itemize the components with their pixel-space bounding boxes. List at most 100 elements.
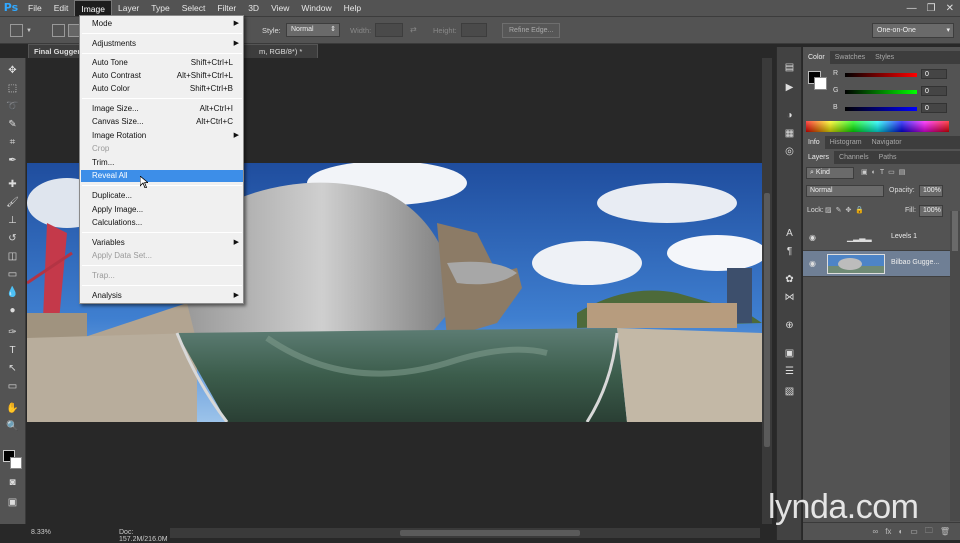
- tab-color[interactable]: Color: [803, 51, 830, 64]
- blue-slider-bar[interactable]: [845, 107, 917, 111]
- red-slider-bar[interactable]: [845, 73, 917, 77]
- delete-layer-icon[interactable]: 🗑: [940, 527, 950, 536]
- tab-paths[interactable]: Paths: [874, 151, 902, 164]
- menu-item-mode[interactable]: Mode ▶: [81, 18, 243, 30]
- menu-item-auto-color[interactable]: Auto Color Shift+Ctrl+B: [81, 83, 243, 95]
- menu-item-trim[interactable]: Trim...: [81, 157, 243, 169]
- menu-edit[interactable]: Edit: [48, 0, 75, 16]
- menu-item-variables[interactable]: Variables ▶: [81, 237, 243, 249]
- new-group-icon[interactable]: ▭: [910, 527, 918, 536]
- pen-tool-icon[interactable]: ✑: [5, 326, 20, 339]
- tool-preset-picker[interactable]: ▼: [10, 23, 38, 38]
- layers-scrollbar[interactable]: [950, 211, 960, 521]
- path-selection-tool-icon[interactable]: ↖: [5, 362, 20, 375]
- move-tool-icon[interactable]: ✥: [5, 64, 20, 77]
- quick-mask-icon[interactable]: ◙: [5, 476, 20, 489]
- lasso-tool-icon[interactable]: ➰: [5, 100, 20, 113]
- masks-panel-icon[interactable]: ◎: [783, 145, 796, 158]
- menu-item-adjustments[interactable]: Adjustments ▶: [81, 38, 243, 50]
- swap-icon[interactable]: ⇄: [410, 25, 417, 34]
- color-swatches[interactable]: [3, 450, 23, 470]
- actions-panel-icon[interactable]: ▶: [783, 81, 796, 94]
- tab-swatches[interactable]: Swatches: [830, 51, 870, 64]
- menu-view[interactable]: View: [265, 0, 295, 16]
- workspace-select[interactable]: One-on-One ▾: [872, 23, 954, 38]
- quick-selection-tool-icon[interactable]: ✎: [5, 118, 20, 131]
- refine-edge-button[interactable]: Refine Edge...: [502, 23, 561, 38]
- lock-icons[interactable]: ▨✎✥🔒: [825, 205, 868, 217]
- menu-item-image-rotation[interactable]: Image Rotation ▶: [81, 130, 243, 142]
- clone-stamp-tool-icon[interactable]: ⊥: [5, 214, 20, 227]
- green-slider[interactable]: G 0: [833, 86, 960, 97]
- menu-help[interactable]: Help: [338, 0, 367, 16]
- tab-info[interactable]: Info: [803, 136, 825, 149]
- menu-item-auto-contrast[interactable]: Auto Contrast Alt+Shift+Ctrl+L: [81, 70, 243, 82]
- color-spectrum[interactable]: [806, 121, 949, 132]
- layer-row[interactable]: ◉ ▁▂▃▂ Levels 1: [803, 225, 950, 251]
- healing-brush-tool-icon[interactable]: ✚: [5, 178, 20, 191]
- layers-scroll-thumb[interactable]: [952, 211, 958, 251]
- background-color[interactable]: [10, 457, 22, 469]
- horizontal-scrollbar[interactable]: [170, 528, 760, 538]
- blue-slider[interactable]: B 0: [833, 103, 960, 114]
- menu-type[interactable]: Type: [145, 0, 175, 16]
- menu-layer[interactable]: Layer: [112, 0, 145, 16]
- tab-layers[interactable]: Layers: [803, 151, 835, 164]
- brush-presets-icon[interactable]: ✿: [783, 273, 796, 286]
- green-slider-bar[interactable]: [845, 90, 917, 94]
- clone-source-icon[interactable]: ⊕: [783, 319, 796, 332]
- eyedropper-tool-icon[interactable]: ✒: [5, 154, 20, 167]
- menu-3d[interactable]: 3D: [242, 0, 265, 16]
- menu-item-canvas-size[interactable]: Canvas Size... Alt+Ctrl+C: [81, 116, 243, 128]
- 3d-panel-icon[interactable]: [783, 393, 796, 406]
- fill-input[interactable]: 100%: [919, 205, 943, 217]
- height-input[interactable]: [461, 23, 487, 37]
- rectangle-tool-icon[interactable]: ▭: [5, 380, 20, 393]
- width-input[interactable]: [375, 23, 403, 37]
- layer-filter-select[interactable]: ⌕ Kind: [806, 167, 854, 179]
- visibility-eye-icon[interactable]: ◉: [809, 259, 816, 268]
- menu-item-image-size[interactable]: Image Size... Alt+Ctrl+I: [81, 103, 243, 115]
- type-tool-icon[interactable]: T: [5, 344, 20, 357]
- notes-panel-icon[interactable]: ▣: [783, 347, 796, 360]
- close-button[interactable]: ✕: [946, 3, 954, 14]
- adjustment-layer-icon[interactable]: ◐: [898, 527, 903, 536]
- vertical-scroll-thumb[interactable]: [764, 193, 770, 447]
- horizontal-scroll-thumb[interactable]: [400, 530, 580, 536]
- layer-style-icon[interactable]: fx: [885, 527, 891, 536]
- layer-filter-icons[interactable]: ▣◐T▭▤: [861, 167, 909, 179]
- menu-file[interactable]: File: [22, 0, 48, 16]
- tab-channels[interactable]: Channels: [834, 151, 874, 164]
- eraser-tool-icon[interactable]: ◫: [5, 250, 20, 263]
- menu-item-reveal-all[interactable]: Reveal All: [81, 170, 243, 182]
- menu-item-apply-image[interactable]: Apply Image...: [81, 204, 243, 216]
- zoom-level[interactable]: 8.33%: [31, 529, 51, 536]
- tab-navigator[interactable]: Navigator: [867, 136, 907, 149]
- menu-filter[interactable]: Filter: [211, 0, 242, 16]
- red-slider[interactable]: R 0: [833, 69, 960, 80]
- tab-styles[interactable]: Styles: [870, 51, 899, 64]
- tab-histogram[interactable]: Histogram: [825, 136, 867, 149]
- vertical-scrollbar[interactable]: [762, 58, 772, 524]
- screen-mode-icon[interactable]: ▣: [5, 496, 20, 509]
- paragraph-panel-icon[interactable]: ¶: [783, 245, 796, 258]
- opacity-input[interactable]: 100%: [919, 185, 943, 197]
- menu-item-duplicate[interactable]: Duplicate...: [81, 190, 243, 202]
- blend-mode-select[interactable]: Normal: [806, 185, 884, 197]
- menu-item-auto-tone[interactable]: Auto Tone Shift+Ctrl+L: [81, 57, 243, 69]
- dodge-tool-icon[interactable]: ●: [5, 304, 20, 317]
- new-selection-icon[interactable]: [52, 24, 65, 37]
- visibility-eye-icon[interactable]: ◉: [809, 233, 816, 242]
- styles-panel-icon[interactable]: ▦: [783, 127, 796, 140]
- doc-info[interactable]: Doc: 157.2M/216.0M: [119, 529, 168, 543]
- blue-value-input[interactable]: 0: [921, 103, 947, 113]
- brush-tool-icon[interactable]: 🖌: [5, 196, 20, 209]
- zoom-tool-icon[interactable]: 🔍: [5, 420, 20, 433]
- blur-tool-icon[interactable]: 💧: [5, 286, 20, 299]
- new-layer-icon[interactable]: 🗀: [925, 525, 933, 539]
- hand-tool-icon[interactable]: ✋: [5, 402, 20, 415]
- history-brush-tool-icon[interactable]: ↺: [5, 232, 20, 245]
- adjustments-panel-icon[interactable]: ◑: [783, 109, 796, 122]
- link-layers-icon[interactable]: ∞: [873, 527, 879, 536]
- marquee-tool-icon[interactable]: ⬚: [5, 82, 20, 95]
